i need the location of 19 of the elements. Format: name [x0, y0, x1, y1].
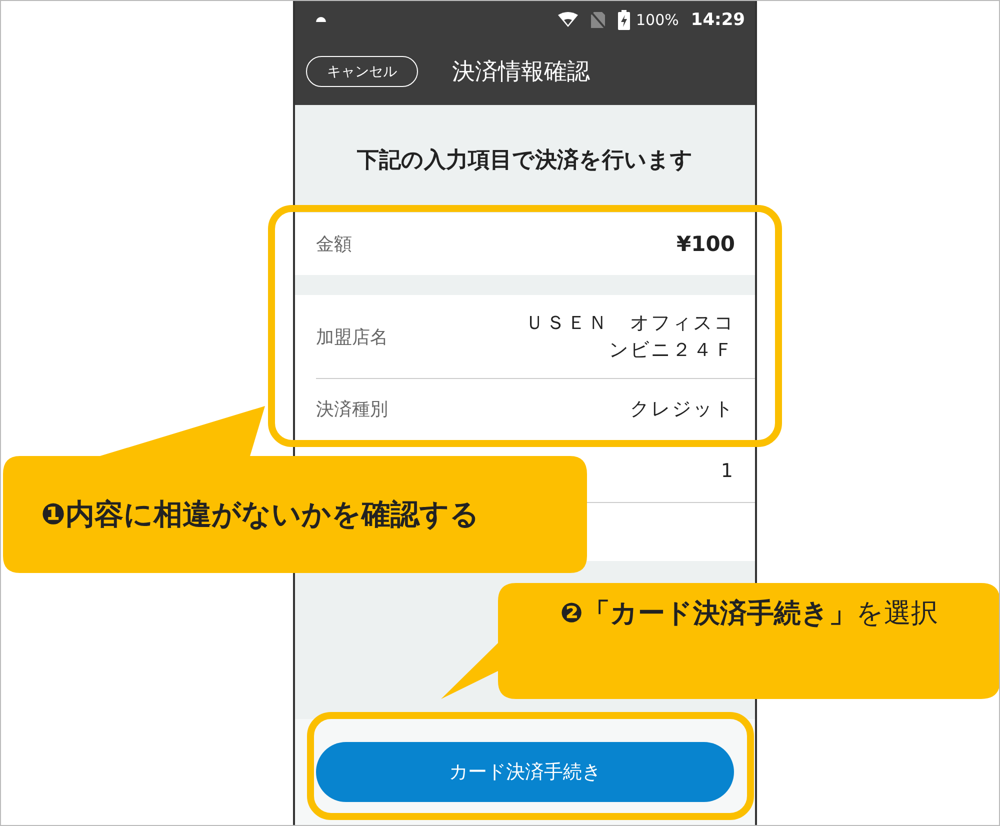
callout-text: ❷「カード決済手続き」を選択: [559, 597, 939, 631]
wifi-icon: [558, 12, 578, 27]
clock-time: 14:29: [690, 10, 745, 30]
battery-icon: [618, 10, 630, 30]
cancel-button[interactable]: キャンセル: [306, 56, 418, 87]
field-value: クレジット: [630, 396, 735, 422]
card-payment-button[interactable]: カード決済手続き: [316, 742, 734, 802]
field-label: 加盟店名: [316, 326, 388, 348]
field-label: 決済種別: [316, 398, 388, 421]
no-sim-icon: [590, 10, 606, 28]
battery-percent: 100%: [636, 10, 679, 28]
field-label: 金額: [316, 233, 352, 256]
callout-text: ❶内容に相違がないかを確認する: [41, 496, 480, 533]
field-value: ¥100: [676, 232, 735, 256]
field-value: 1: [720, 458, 735, 484]
field-value: ＵＳＥＮ オフィスコンビニ２４Ｆ: [524, 310, 735, 362]
weather-icon: [315, 14, 327, 24]
confirm-heading: 下記の入力項目で決済を行います: [356, 146, 694, 175]
screen-title: 決済情報確認: [452, 58, 590, 87]
